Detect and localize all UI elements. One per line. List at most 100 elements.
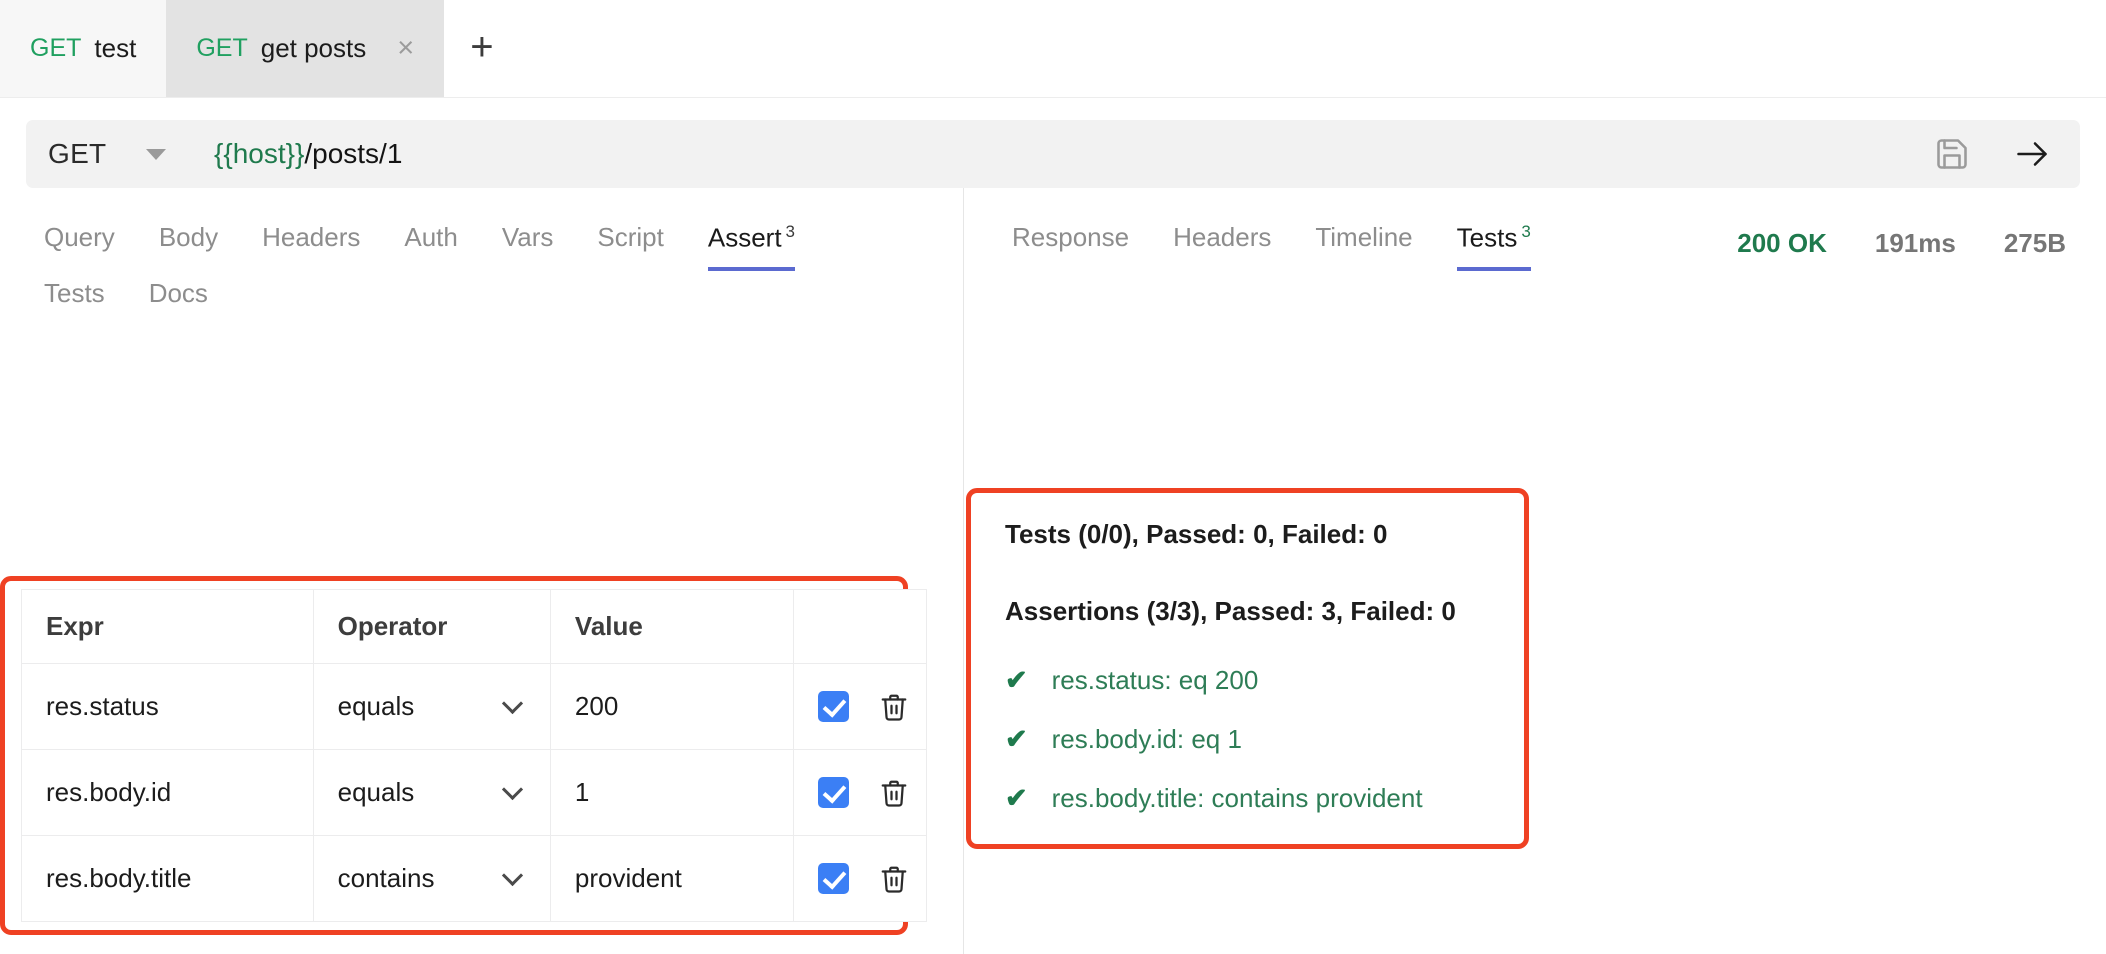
tab-label: Assert	[707, 222, 782, 253]
tab-query[interactable]: Query	[22, 212, 137, 268]
tab-label: Body	[158, 222, 219, 252]
tab-label: Auth	[404, 222, 458, 252]
http-method-value: GET	[48, 138, 107, 169]
url-path: /posts/1	[304, 138, 403, 169]
tab-label: Script	[597, 222, 664, 252]
column-header-value: Value	[549, 589, 795, 664]
assertions-annotation-box: Expr Operator Value res.status equals 20…	[0, 576, 927, 935]
assertion-result-text: res.body.id: eq 1	[1051, 724, 1242, 754]
assertion-value-input[interactable]: 200	[549, 663, 795, 750]
assertion-actions	[793, 749, 927, 836]
tab-assert[interactable]: Assert 3	[686, 212, 817, 271]
url-input[interactable]: {{host}}/posts/1	[214, 138, 402, 170]
assertion-expr-input[interactable]: res.body.id	[21, 749, 314, 836]
tab-label: Headers	[262, 222, 361, 252]
tab-label: Query	[44, 222, 115, 252]
tab-docs[interactable]: Docs	[127, 268, 230, 323]
assertion-enabled-checkbox[interactable]	[818, 691, 850, 722]
column-header-operator: Operator	[312, 589, 551, 664]
tab-headers[interactable]: Headers	[240, 212, 382, 268]
assertions-summary: Assertions (3/3), Passed: 3, Failed: 0	[1005, 596, 1456, 626]
assertion-actions	[793, 663, 927, 750]
tab-label: Headers	[1173, 222, 1272, 253]
floppy-disk-icon[interactable]	[1934, 136, 1970, 172]
tab-label: Timeline	[1315, 222, 1413, 253]
tab-label: Docs	[148, 277, 208, 308]
tab-response-tests[interactable]: Tests 3	[1435, 212, 1553, 271]
tab-badge: 3	[1521, 222, 1531, 241]
operator-value: contains	[337, 863, 435, 893]
tab-response[interactable]: Response	[990, 212, 1151, 267]
list-item: ✔ res.status: eq 200	[1005, 665, 1490, 696]
tab-script[interactable]: Script	[575, 212, 685, 268]
request-tabs: Query Body Headers Auth Vars Script Asse…	[0, 188, 963, 323]
chevron-down-icon	[501, 778, 524, 801]
tab-badge: 3	[785, 222, 796, 241]
request-tab-method: GET	[196, 33, 248, 62]
add-tab-icon[interactable]: +	[444, 27, 519, 67]
request-pane: Query Body Headers Auth Vars Script Asse…	[0, 188, 963, 954]
response-tabs: Response Headers Timeline Tests 3 200 OK …	[964, 188, 2106, 271]
response-status-group: 200 OK 191ms 275B	[1737, 220, 2106, 259]
table-row: res.body.id equals 1	[21, 749, 927, 836]
tab-label: Response	[1012, 222, 1130, 253]
tab-timeline[interactable]: Timeline	[1293, 212, 1434, 267]
assertion-enabled-checkbox[interactable]	[818, 863, 850, 894]
url-bar-container: GET {{host}}/posts/1	[0, 98, 2106, 188]
close-icon[interactable]: ×	[397, 33, 414, 63]
list-item: ✔ res.body.id: eq 1	[1005, 724, 1490, 755]
tab-label: Vars	[501, 222, 554, 252]
tab-label: Tests	[1456, 222, 1518, 253]
url-bar-actions	[1934, 136, 2058, 172]
chevron-down-icon	[501, 692, 524, 715]
test-results-annotation-box: Tests (0/0), Passed: 0, Failed: 0 Assert…	[966, 488, 1529, 849]
response-size: 275B	[2003, 228, 2066, 259]
assertion-operator-select[interactable]: contains	[312, 835, 551, 922]
status-badge: 200 OK	[1737, 228, 1827, 259]
assertion-result-text: res.status: eq 200	[1051, 665, 1259, 695]
check-icon: ✔	[1005, 783, 1028, 813]
table-row: res.body.title contains provident	[21, 835, 927, 922]
check-icon: ✔	[1005, 665, 1028, 695]
tab-vars[interactable]: Vars	[480, 212, 576, 268]
trash-icon[interactable]	[879, 692, 909, 722]
assertion-expr-input[interactable]: res.status	[21, 663, 314, 750]
assertion-operator-select[interactable]: equals	[312, 663, 551, 750]
request-tab-label: test	[94, 32, 137, 63]
request-tab-get-posts[interactable]: GET get posts ×	[166, 0, 445, 97]
request-tab-label: get posts	[260, 32, 367, 63]
chevron-down-icon	[146, 148, 167, 160]
request-tab-method: GET	[30, 33, 82, 62]
url-bar: GET {{host}}/posts/1	[26, 120, 2080, 188]
tab-tests[interactable]: Tests	[22, 268, 127, 323]
main-panes: Query Body Headers Auth Vars Script Asse…	[0, 188, 2106, 954]
table-row: res.status equals 200	[21, 663, 927, 750]
operator-value: equals	[337, 691, 415, 721]
assertion-value-input[interactable]: 1	[549, 749, 795, 836]
list-item: ✔ res.body.title: contains provident	[1005, 783, 1490, 814]
request-tab-bar: GET test GET get posts × +	[0, 0, 2106, 98]
assertion-expr-input[interactable]: res.body.title	[21, 835, 314, 922]
assertions-table: Expr Operator Value res.status equals 20…	[21, 589, 927, 922]
url-variable: {{host}}	[214, 138, 305, 169]
arrow-right-icon[interactable]	[2012, 136, 2052, 172]
request-tab-test[interactable]: GET test	[0, 0, 167, 97]
assertion-enabled-checkbox[interactable]	[818, 777, 850, 808]
table-header-row: Expr Operator Value	[21, 589, 927, 664]
tab-label: Tests	[44, 277, 105, 308]
assertion-operator-select[interactable]: equals	[312, 749, 551, 836]
assertion-actions	[793, 835, 927, 922]
trash-icon[interactable]	[879, 778, 909, 808]
operator-value: equals	[337, 777, 415, 807]
tab-auth[interactable]: Auth	[382, 212, 480, 268]
tests-summary: Tests (0/0), Passed: 0, Failed: 0	[1005, 519, 1388, 549]
tab-body[interactable]: Body	[137, 212, 240, 268]
check-icon: ✔	[1005, 724, 1028, 754]
http-method-select[interactable]: GET	[48, 138, 196, 170]
tab-response-headers[interactable]: Headers	[1151, 212, 1293, 267]
chevron-down-icon	[501, 864, 524, 887]
assertion-result-text: res.body.title: contains provident	[1051, 783, 1423, 813]
trash-icon[interactable]	[879, 864, 909, 894]
assertion-value-input[interactable]: provident	[549, 835, 795, 922]
response-pane: Response Headers Timeline Tests 3 200 OK …	[964, 188, 2106, 954]
